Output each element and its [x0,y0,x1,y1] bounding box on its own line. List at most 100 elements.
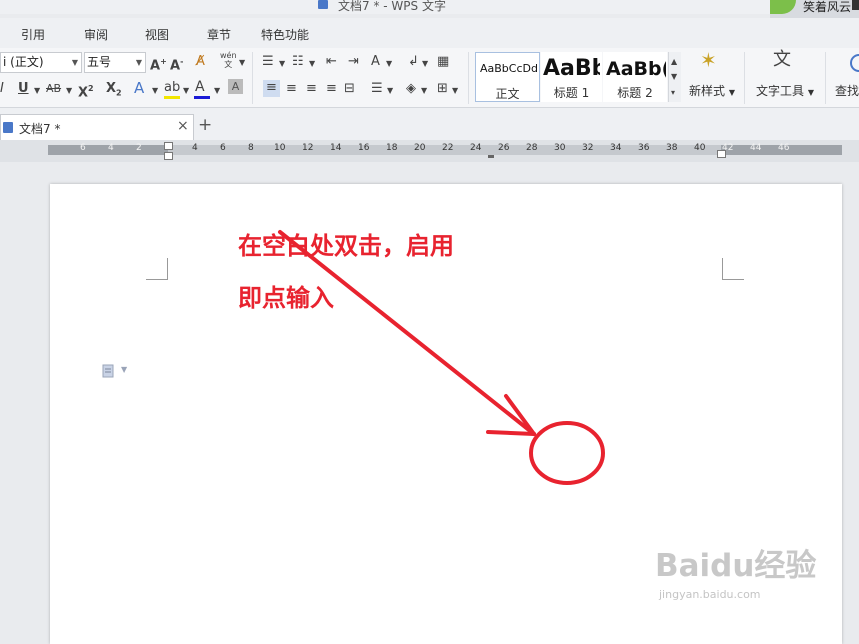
chevron-down-icon[interactable]: ▼ [66,83,72,99]
style-normal-sample: AaBbCcDd [480,62,538,75]
style-normal[interactable]: AaBbCcDd 正文 [475,52,540,102]
text-tools-label: 文字工具 [756,84,805,98]
ruler-number: 36 [638,143,650,153]
underline-icon[interactable]: U [18,81,29,97]
grow-font-icon[interactable]: A+ [150,54,167,74]
divider [468,52,469,104]
text-effect-icon[interactable]: A [134,80,144,96]
chevron-down-icon[interactable]: ▼ [34,83,40,99]
subscript-icon[interactable]: X2 [106,81,122,102]
chevron-down-icon[interactable]: ▼ [183,83,189,99]
ruler-number: 22 [442,143,454,153]
ruler-number: 26 [498,143,510,153]
chevron-down-icon[interactable]: ▼ [214,83,220,99]
align-right-icon[interactable]: ≡ [306,81,317,97]
chevron-down-icon: ▼ [807,88,814,97]
left-indent-marker[interactable] [164,152,173,160]
bullet-list-icon[interactable]: ☰ [262,54,274,70]
chevron-down-icon[interactable]: ▼ [452,83,458,99]
chevron-down-icon: ▼ [728,88,735,97]
first-line-indent-marker[interactable] [164,142,173,150]
justify-icon[interactable]: ≡ [326,81,337,97]
chevron-down-icon[interactable]: ▼ [671,69,677,85]
strikethrough-icon[interactable]: AB [46,81,61,97]
ruler-number: 32 [582,143,594,153]
ruler-number: 8 [248,143,254,153]
style-heading-2-label: 标题 2 [617,86,653,100]
text-tools-icon[interactable]: 文 [773,51,791,69]
line-spacing-icon[interactable]: ☰ [371,81,383,97]
highlight-icon[interactable]: ab [164,80,180,96]
tab-stop-marker[interactable] [488,155,494,158]
ruler-number: 12 [302,143,314,153]
superscript-icon[interactable]: X2 [78,81,94,101]
chevron-down-icon[interactable]: ▼ [309,56,315,72]
style-heading-2[interactable]: AaBb( 标题 2 [603,52,667,102]
ribbon-toolbar: i (正文) ▼ 五号 ▼ A+ A- A̸ wén 文 ▼ I U ▼ AB … [0,48,859,108]
watermark-url: jingyan.baidu.com [659,588,761,601]
text-direction-icon[interactable]: A [371,54,380,70]
menu-chapter[interactable]: 章节 [207,26,231,43]
chevron-down-icon[interactable]: ▼ [421,83,427,99]
chevron-down-icon[interactable]: ▼ [279,56,285,72]
chevron-down-icon[interactable]: ▼ [121,365,127,374]
distributed-align-icon[interactable]: ⊟ [344,81,355,97]
ruler-number: 34 [610,143,622,153]
menu-review[interactable]: 审阅 [84,26,108,43]
user-menu-icon[interactable] [852,0,859,10]
chevron-up-icon[interactable]: ▲ [671,54,677,70]
ruler-number: 6 [80,143,86,153]
close-icon[interactable]: × [177,118,189,134]
ruler-number: 44 [750,143,762,153]
ruler-number: 18 [386,143,398,153]
style-gallery-scroll[interactable]: ▲ ▼ ▾ [668,52,681,102]
new-style-icon[interactable]: ✶ [700,50,717,70]
ruler-number: 4 [108,143,114,153]
shading-icon[interactable]: ◈ [406,81,416,97]
italic-icon[interactable]: I [0,81,4,97]
font-color-icon[interactable]: A [195,79,205,95]
chevron-down-icon[interactable]: ▼ [422,56,428,72]
font-size-select[interactable]: 五号 ▼ [84,52,146,73]
increase-indent-icon[interactable]: ⇥ [348,54,359,70]
clear-format-icon[interactable]: A̸ [196,54,205,70]
border-icon[interactable]: ⊞ [437,81,448,97]
avatar[interactable] [770,0,796,14]
character-shading-icon[interactable]: A [228,79,243,94]
menu-special-features[interactable]: 特色功能 [261,26,309,43]
new-style-button[interactable]: 新样式 ▼ [689,82,735,99]
user-name[interactable]: 笑着风云 [803,0,851,15]
align-center-icon[interactable]: ≡ [286,81,297,97]
table-icon[interactable]: ▦ [437,54,449,70]
chevron-down-icon[interactable]: ▼ [387,83,393,99]
ruler-area: 6422468101214161820222426283032343638404… [0,140,859,162]
right-indent-marker[interactable] [717,150,726,158]
chevron-down-icon[interactable]: ▼ [152,83,158,99]
find-icon[interactable] [850,54,859,72]
new-style-label: 新样式 [689,84,726,98]
document-canvas[interactable]: 在空白处双击，启用 即点输入 ▼ Baidu经验 jingyan.baidu.c… [0,162,859,644]
phonetic-guide-icon[interactable]: wén 文 [220,51,237,69]
user-account[interactable]: 笑着风云 [770,0,859,18]
text-tools-button[interactable]: 文字工具 ▼ [756,82,814,99]
gallery-expand-icon[interactable]: ▾ [671,85,675,101]
menu-bar: 引用 审阅 视图 章节 特色功能 [0,18,859,48]
ruler-number: 30 [554,143,566,153]
shrink-font-icon[interactable]: A- [170,54,183,74]
align-left-icon[interactable]: ≡ [263,80,280,97]
watermark-logo: Baidu经验 [655,548,817,584]
numbered-list-icon[interactable]: ☷ [292,54,304,70]
decrease-indent-icon[interactable]: ⇤ [326,54,337,70]
chevron-down-icon[interactable]: ▼ [239,55,245,71]
find-button[interactable]: 查找 [835,82,859,99]
chevron-down-icon[interactable]: ▼ [386,56,392,72]
click-and-type-marker-icon [102,364,114,378]
menu-references[interactable]: 引用 [21,26,45,43]
font-name-select[interactable]: i (正文) ▼ [0,52,82,73]
show-marks-icon[interactable]: ↲ [408,54,419,70]
menu-view[interactable]: 视图 [145,26,169,43]
style-heading-1[interactable]: AaBb 标题 1 [541,52,602,102]
style-heading-2-sample: AaBb( [606,58,666,80]
new-tab-button[interactable]: + [198,117,212,134]
tab-document7[interactable]: 文档7 * × [0,114,194,140]
